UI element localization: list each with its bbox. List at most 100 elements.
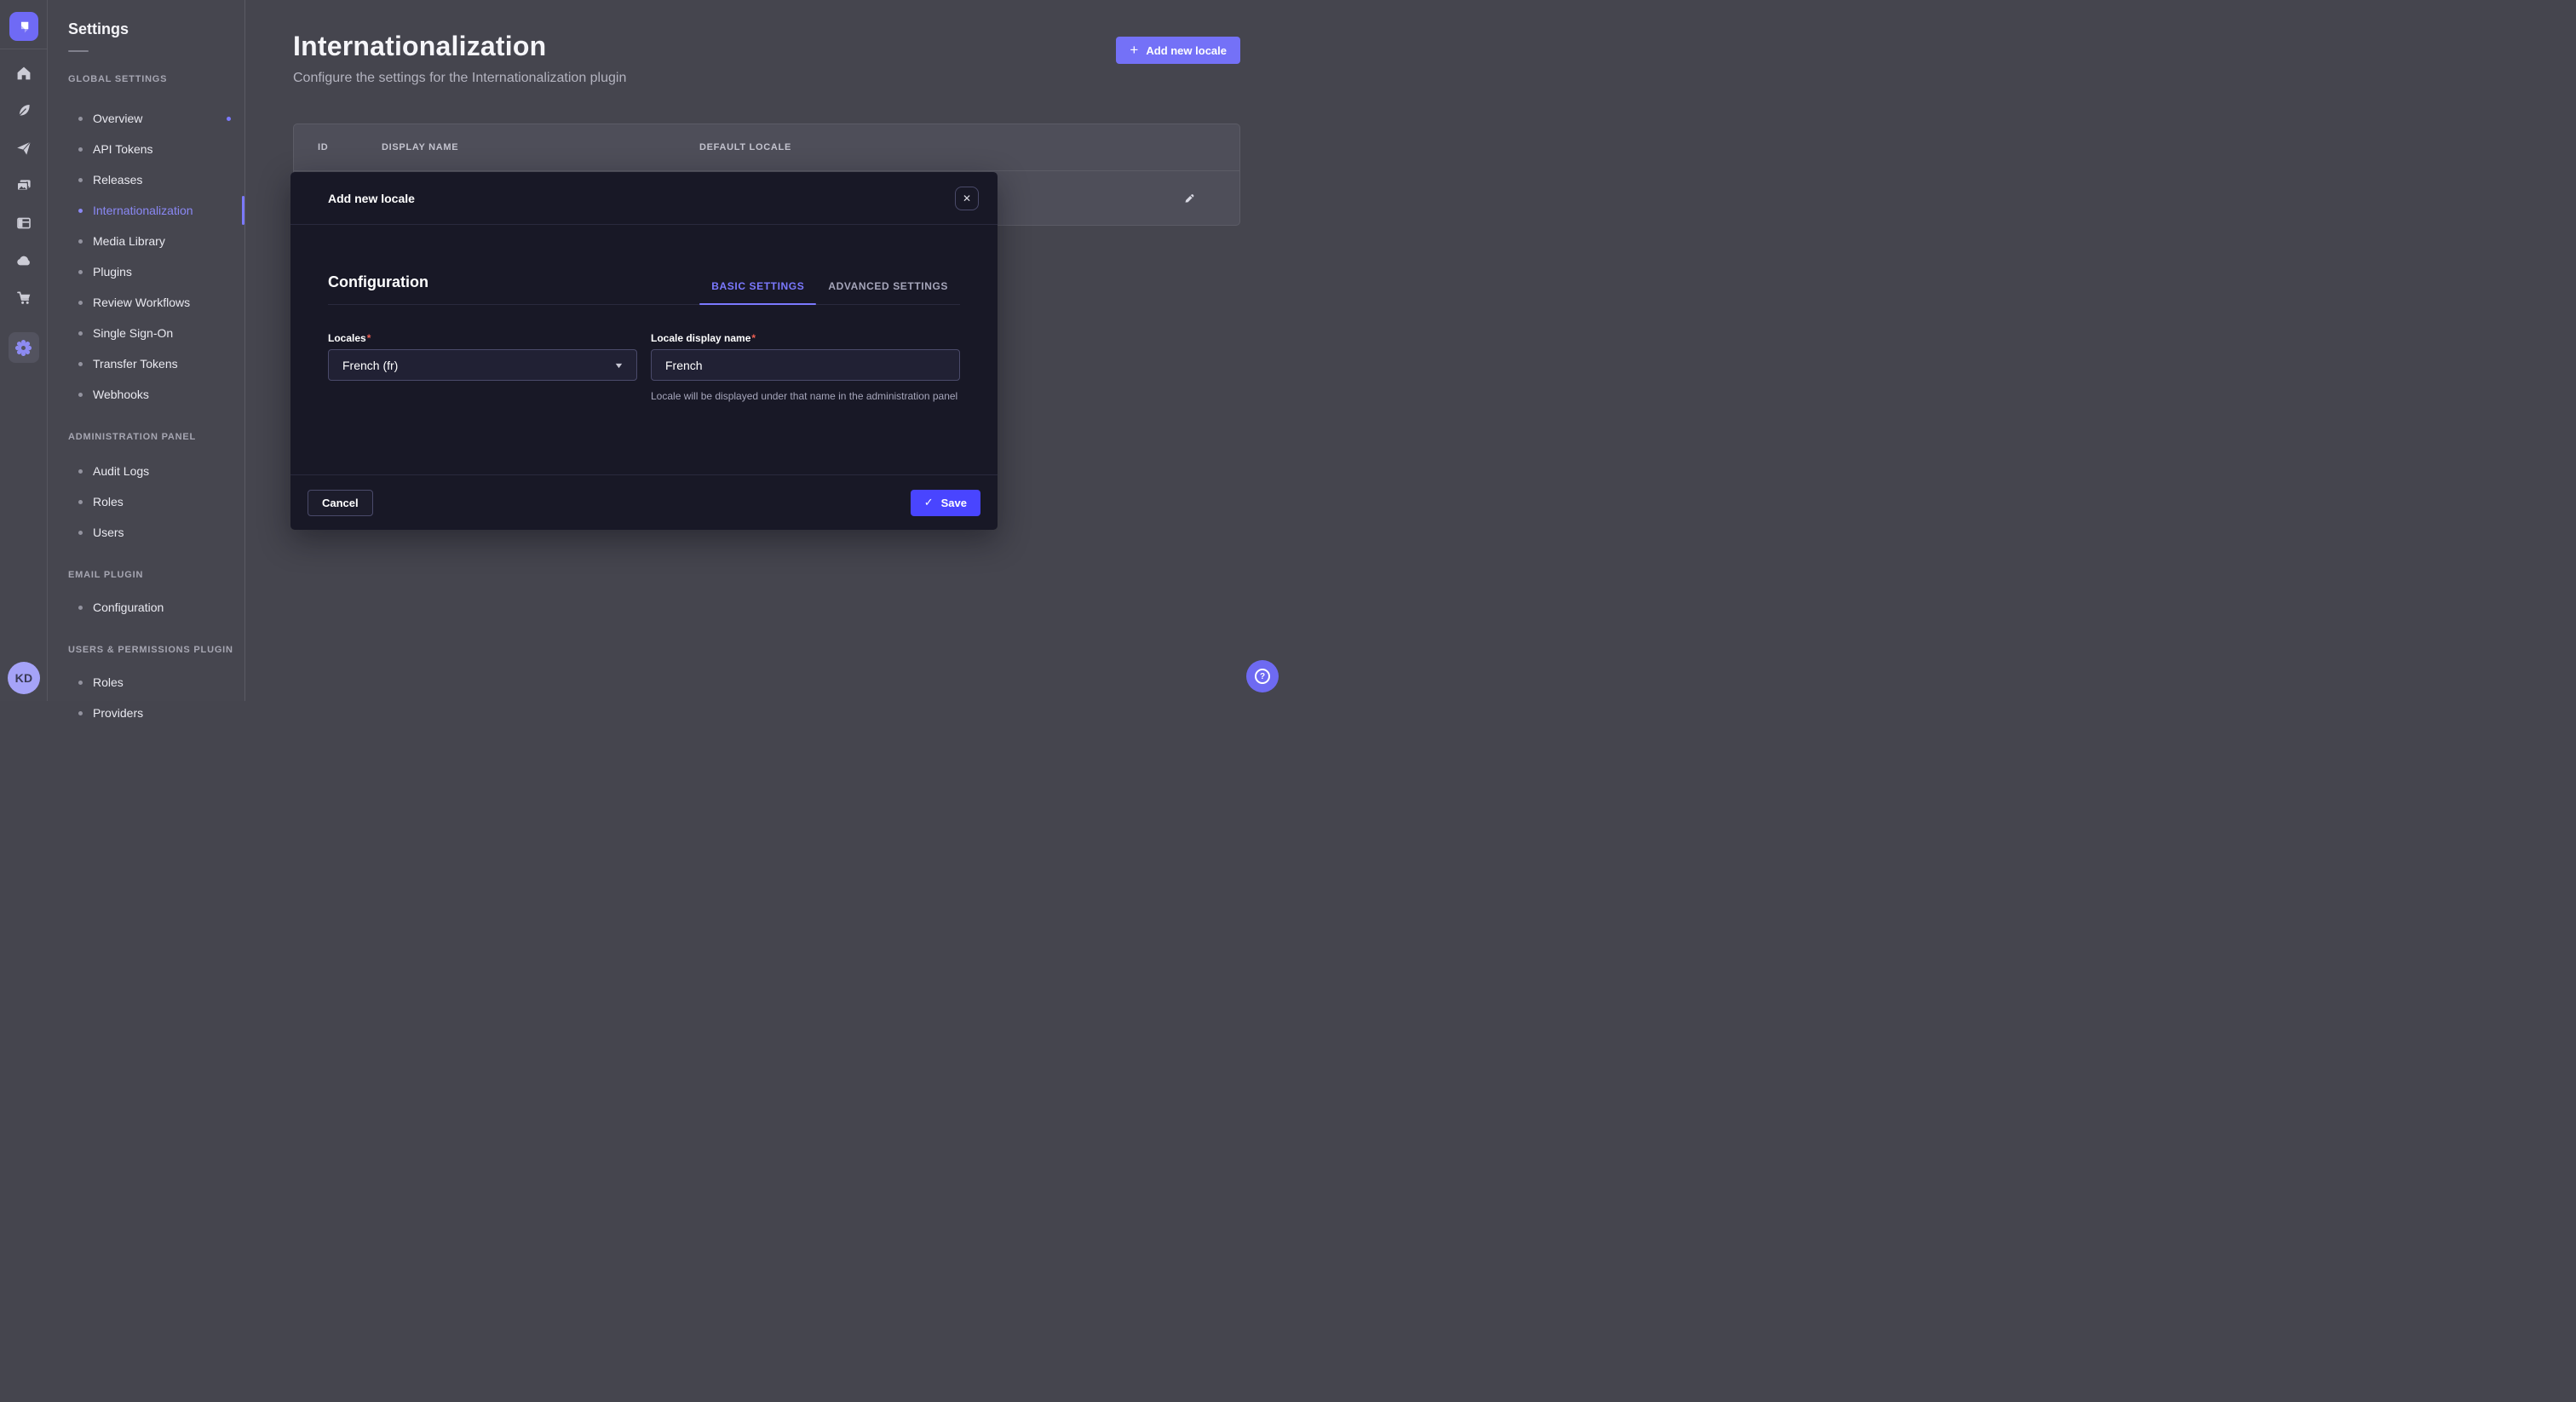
section-list: Overview API Tokens Releases Internation… bbox=[48, 103, 244, 410]
rail-nav bbox=[0, 49, 47, 363]
form-fields: Locales* French (fr) ▼ Locale display na… bbox=[328, 332, 960, 404]
sidebar-item-label: Roles bbox=[93, 675, 124, 689]
tab-advanced-settings[interactable]: ADVANCED SETTINGS bbox=[816, 280, 960, 304]
locales-label-text: Locales bbox=[328, 332, 366, 344]
sidebar-item-internationalization[interactable]: Internationalization bbox=[48, 195, 244, 226]
sidebar-item-label: Single Sign-On bbox=[93, 326, 173, 340]
sidebar-item-releases[interactable]: Releases bbox=[48, 164, 244, 195]
bullet-icon bbox=[78, 711, 83, 715]
sidebar-item-users[interactable]: Users bbox=[48, 517, 244, 548]
section-global-settings: GLOBAL SETTINGS bbox=[68, 71, 244, 88]
cloud-icon[interactable] bbox=[14, 250, 34, 271]
display-name-input[interactable] bbox=[651, 349, 960, 381]
section-list: Configuration bbox=[48, 592, 244, 623]
sidebar-item-providers[interactable]: Providers bbox=[48, 698, 244, 728]
sidebar-item-label: Roles bbox=[93, 495, 124, 509]
tab-basic-settings[interactable]: BASIC SETTINGS bbox=[699, 280, 816, 304]
bullet-icon bbox=[78, 331, 83, 336]
sidebar-item-overview[interactable]: Overview bbox=[48, 103, 244, 134]
bullet-icon bbox=[78, 178, 83, 182]
required-asterisk: * bbox=[751, 332, 756, 344]
bullet-icon bbox=[78, 531, 83, 535]
bullet-icon bbox=[78, 393, 83, 397]
table-header-row: ID DISPLAY NAME DEFAULT LOCALE bbox=[294, 124, 1239, 171]
sidebar-item-label: Media Library bbox=[93, 234, 165, 248]
bullet-icon bbox=[78, 117, 83, 121]
bullet-icon bbox=[78, 500, 83, 504]
cancel-button[interactable]: Cancel bbox=[308, 490, 373, 516]
locales-select[interactable]: French (fr) ▼ bbox=[328, 349, 637, 381]
settings-tabs: BASIC SETTINGS ADVANCED SETTINGS bbox=[699, 280, 960, 304]
avatar[interactable]: KD bbox=[8, 662, 40, 694]
bullet-icon bbox=[78, 681, 83, 685]
chevron-down-icon: ▼ bbox=[613, 361, 624, 370]
section-list: Roles Providers bbox=[48, 667, 244, 728]
sidebar-item-up-roles[interactable]: Roles bbox=[48, 667, 244, 698]
sidebar-item-label: API Tokens bbox=[93, 142, 153, 156]
pencil-icon bbox=[1182, 192, 1196, 205]
section-administration-panel: ADMINISTRATION PANEL bbox=[68, 428, 244, 445]
notification-dot bbox=[227, 117, 231, 121]
sidebar-item-label: Webhooks bbox=[93, 388, 149, 401]
feather-icon[interactable] bbox=[14, 101, 34, 121]
bullet-icon bbox=[78, 301, 83, 305]
edit-locale-button[interactable] bbox=[1177, 187, 1201, 210]
sidebar-item-label: Plugins bbox=[93, 265, 132, 279]
display-name-label-text: Locale display name bbox=[651, 332, 750, 344]
add-locale-modal: Add new locale ✕ Configuration BASIC SET… bbox=[290, 172, 998, 530]
display-name-field: Locale display name* Locale will be disp… bbox=[651, 332, 960, 404]
sidebar-item-single-sign-on[interactable]: Single Sign-On bbox=[48, 318, 244, 348]
sidebar-item-email-configuration[interactable]: Configuration bbox=[48, 592, 244, 623]
sidebar-item-media-library[interactable]: Media Library bbox=[48, 226, 244, 256]
configuration-row: Configuration BASIC SETTINGS ADVANCED SE… bbox=[328, 273, 960, 305]
help-button[interactable]: ? bbox=[1246, 660, 1279, 692]
sidebar-item-review-workflows[interactable]: Review Workflows bbox=[48, 287, 244, 318]
column-display-name: DISPLAY NAME bbox=[382, 142, 699, 152]
strapi-logo-mark bbox=[14, 17, 33, 36]
bullet-icon bbox=[78, 209, 83, 213]
sidebar-item-label: Overview bbox=[93, 112, 142, 125]
bullet-icon bbox=[78, 362, 83, 366]
sidebar-item-label: Configuration bbox=[93, 600, 164, 614]
layout-icon[interactable] bbox=[14, 213, 34, 233]
sidebar-item-plugins[interactable]: Plugins bbox=[48, 256, 244, 287]
display-name-label: Locale display name* bbox=[651, 332, 960, 344]
cart-icon[interactable] bbox=[14, 288, 34, 308]
locales-field: Locales* French (fr) ▼ bbox=[328, 332, 637, 404]
sidebar-item-admin-roles[interactable]: Roles bbox=[48, 486, 244, 517]
close-icon: ✕ bbox=[963, 192, 971, 204]
modal-body: Configuration BASIC SETTINGS ADVANCED SE… bbox=[290, 273, 998, 404]
add-new-locale-button[interactable]: + Add new locale bbox=[1116, 37, 1240, 64]
sidebar-item-audit-logs[interactable]: Audit Logs bbox=[48, 456, 244, 486]
bullet-icon bbox=[78, 239, 83, 244]
media-library-icon[interactable] bbox=[14, 175, 34, 196]
sidebar-item-label: Releases bbox=[93, 173, 142, 187]
bullet-icon bbox=[78, 606, 83, 610]
sidebar-item-api-tokens[interactable]: API Tokens bbox=[48, 134, 244, 164]
bullet-icon bbox=[78, 270, 83, 274]
sidebar-item-webhooks[interactable]: Webhooks bbox=[48, 379, 244, 410]
save-label: Save bbox=[941, 497, 967, 509]
home-icon[interactable] bbox=[14, 63, 34, 83]
modal-footer: Cancel ✓ Save bbox=[290, 474, 998, 530]
locales-label: Locales* bbox=[328, 332, 637, 344]
check-icon: ✓ bbox=[924, 496, 934, 509]
close-button[interactable]: ✕ bbox=[955, 187, 979, 210]
strapi-logo[interactable] bbox=[9, 12, 38, 41]
sidebar-item-label: Review Workflows bbox=[93, 296, 190, 309]
save-button[interactable]: ✓ Save bbox=[911, 490, 980, 516]
section-list: Audit Logs Roles Users bbox=[48, 456, 244, 548]
icon-rail: KD bbox=[0, 0, 48, 701]
paper-plane-icon[interactable] bbox=[14, 138, 34, 158]
section-email-plugin: EMAIL PLUGIN bbox=[68, 566, 244, 583]
title-underline bbox=[68, 50, 89, 52]
sidebar-item-label: Users bbox=[93, 526, 124, 539]
required-asterisk: * bbox=[367, 332, 371, 344]
bullet-icon bbox=[78, 469, 83, 474]
locales-select-value: French (fr) bbox=[342, 359, 398, 372]
display-name-help: Locale will be displayed under that name… bbox=[651, 389, 960, 404]
sidebar-item-label: Internationalization bbox=[93, 204, 193, 217]
settings-gear-icon[interactable] bbox=[9, 332, 39, 363]
sidebar-item-label: Transfer Tokens bbox=[93, 357, 178, 371]
sidebar-item-transfer-tokens[interactable]: Transfer Tokens bbox=[48, 348, 244, 379]
